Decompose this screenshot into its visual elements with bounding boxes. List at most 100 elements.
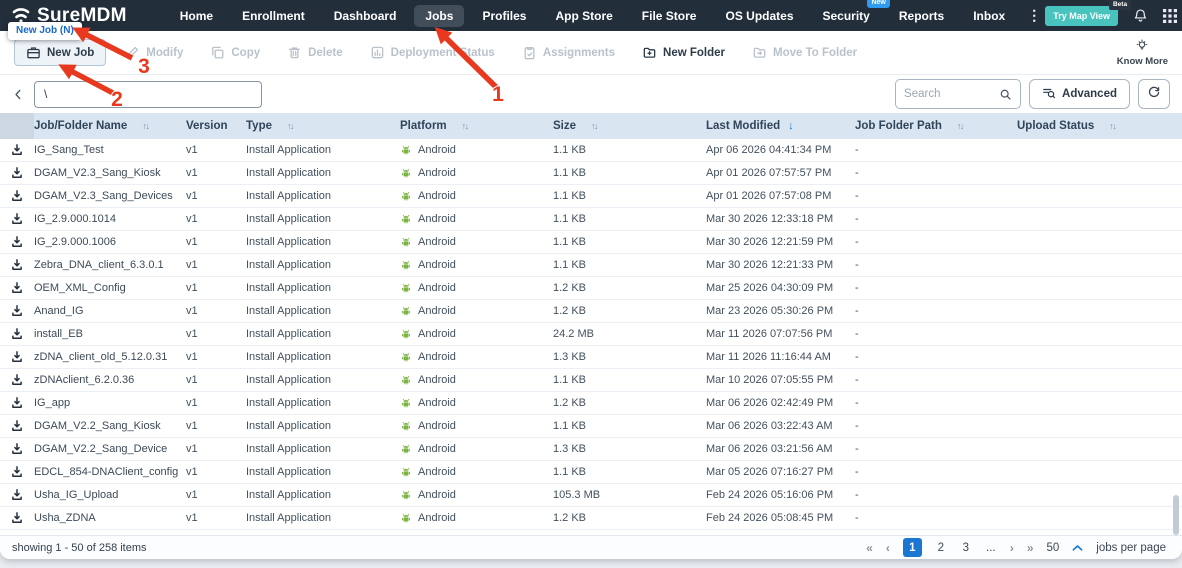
toolbar-button-label: New Folder (663, 47, 725, 59)
page-button-1[interactable]: 1 (903, 538, 922, 557)
job-name-cell: Zebra_DNA_client_6.3.0.1 (34, 259, 186, 271)
know-more-label: Know More (1117, 56, 1168, 67)
android-icon (400, 305, 412, 317)
last-modified-cell: Apr 06 2026 04:41:34 PM (706, 144, 855, 156)
refresh-button[interactable] (1138, 79, 1170, 109)
nav-item-home[interactable]: Home (169, 5, 224, 27)
sort-icon[interactable]: ↑↓ (287, 121, 293, 131)
nav-item-inbox[interactable]: Inbox (962, 5, 1016, 27)
table-row[interactable]: IG_2.9.000.1014v1Install ApplicationAndr… (0, 208, 1182, 231)
table-row[interactable]: IG_2.9.000.1006v1Install ApplicationAndr… (0, 231, 1182, 254)
last-modified-cell: Feb 24 2026 05:08:45 PM (706, 512, 855, 524)
table-row[interactable]: Usha_ZDNAv1Install ApplicationAndroid1.2… (0, 507, 1182, 530)
table-row[interactable]: zDNAclient_6.2.0.36v1Install Application… (0, 369, 1182, 392)
column-header-job-folder-name[interactable]: Job/Folder Name↑↓ (34, 113, 186, 139)
column-header-size[interactable]: Size↑↓ (553, 113, 706, 139)
table-row[interactable]: Anand_IGv1Install ApplicationAndroid1.2 … (0, 300, 1182, 323)
download-icon[interactable] (0, 327, 34, 341)
column-header-job-folder-path[interactable]: Job Folder Path↑↓ (855, 113, 1017, 139)
bell-icon[interactable] (1133, 8, 1148, 23)
table-row[interactable]: OEM_XML_Configv1Install ApplicationAndro… (0, 277, 1182, 300)
page-button-2[interactable]: 2 (935, 542, 947, 554)
column-header-upload-status[interactable]: Upload Status↑↓ (1017, 113, 1182, 139)
sort-icon[interactable]: ↑↓ (1109, 121, 1115, 131)
new-folder-button[interactable]: New Folder (642, 45, 725, 60)
table-row[interactable]: IG_appv1Install ApplicationAndroid1.2 KB… (0, 392, 1182, 415)
advanced-search-button[interactable]: Advanced (1029, 79, 1130, 109)
table-row[interactable]: Usha_IG_Uploadv1Install ApplicationAndro… (0, 484, 1182, 507)
sort-icon[interactable]: ↑↓ (591, 121, 597, 131)
download-icon[interactable] (0, 488, 34, 502)
last-page-button[interactable]: » (1027, 541, 1034, 555)
download-icon[interactable] (0, 442, 34, 456)
table-row[interactable]: Install_DNA_Clientv1Install ApplicationA… (0, 530, 1182, 535)
nav-item-security[interactable]: SecurityNew (812, 5, 881, 27)
kebab-menu-icon[interactable]: ⋮ (1023, 7, 1045, 24)
column-header-type[interactable]: Type↑↓ (246, 113, 400, 139)
breadcrumb-row: Advanced (0, 75, 1182, 113)
table-row[interactable]: DGAM_V2.3_Sang_Devicesv1Install Applicat… (0, 185, 1182, 208)
download-icon[interactable] (0, 281, 34, 295)
download-icon[interactable] (0, 419, 34, 433)
table-row[interactable]: install_EBv1Install ApplicationAndroid24… (0, 323, 1182, 346)
download-icon[interactable] (0, 189, 34, 203)
download-icon[interactable] (0, 304, 34, 318)
table-row[interactable]: DGAM_V2.3_Sang_Kioskv1Install Applicatio… (0, 162, 1182, 185)
nav-item-os-updates[interactable]: OS Updates (714, 5, 804, 27)
download-icon[interactable] (0, 212, 34, 226)
vertical-scrollbar[interactable] (1173, 495, 1179, 535)
download-icon[interactable] (0, 143, 34, 157)
search-icon[interactable] (999, 88, 1012, 101)
search-input[interactable] (904, 88, 999, 100)
page-button-3[interactable]: 3 (960, 542, 972, 554)
sort-icon[interactable]: ↑↓ (957, 121, 963, 131)
folder-path-input[interactable] (34, 81, 262, 108)
nav-item-jobs[interactable]: Jobs (414, 5, 464, 27)
download-icon[interactable] (0, 258, 34, 272)
nav-item-reports[interactable]: Reports (888, 5, 955, 27)
last-modified-cell: Mar 06 2026 03:21:56 AM (706, 443, 855, 455)
android-icon (400, 351, 412, 363)
type-cell: Install Application (246, 420, 400, 432)
nav-item-dashboard[interactable]: Dashboard (323, 5, 408, 27)
download-icon[interactable] (0, 166, 34, 180)
nav-item-app-store[interactable]: App Store (544, 5, 623, 27)
new-job-button[interactable]: New Job (14, 39, 106, 66)
column-header-last-modified[interactable]: Last Modified↓ (706, 113, 855, 139)
nav-item-profiles[interactable]: Profiles (471, 5, 537, 27)
table-row[interactable]: DGAM_V2.2_Sang_Kioskv1Install Applicatio… (0, 415, 1182, 438)
platform-label: Android (418, 351, 456, 363)
know-more-button[interactable]: Know More (1117, 39, 1168, 67)
last-modified-cell: Apr 01 2026 07:57:08 PM (706, 190, 855, 202)
download-icon[interactable] (0, 396, 34, 410)
sort-desc-icon[interactable]: ↓ (788, 120, 794, 132)
try-map-view-button[interactable]: Try Map View Beta (1045, 6, 1118, 26)
page-size-value[interactable]: 50 (1047, 542, 1060, 554)
next-page-button[interactable]: › (1010, 541, 1014, 555)
download-icon[interactable] (0, 534, 34, 535)
download-icon[interactable] (0, 350, 34, 364)
apps-grid-icon[interactable] (1163, 9, 1177, 23)
main-panel: New JobModifyCopyDeleteDeployment Status… (0, 31, 1182, 559)
platform-cell: Android (400, 374, 553, 386)
download-icon[interactable] (0, 465, 34, 479)
table-row[interactable]: Zebra_DNA_client_6.3.0.1v1Install Applic… (0, 254, 1182, 277)
table-row[interactable]: EDCL_854-DNAClient_configv1Install Appli… (0, 461, 1182, 484)
table-row[interactable]: IG_Sang_Testv1Install ApplicationAndroid… (0, 139, 1182, 162)
toolbar-button-label: Copy (231, 47, 260, 59)
nav-item-file-store[interactable]: File Store (631, 5, 708, 27)
back-chevron-icon[interactable] (12, 87, 25, 102)
sort-icon[interactable]: ↑↓ (462, 121, 468, 131)
download-icon[interactable] (0, 373, 34, 387)
column-header-version[interactable]: Version (186, 113, 246, 139)
download-icon[interactable] (0, 235, 34, 249)
column-header-platform[interactable]: Platform↑↓ (400, 113, 553, 139)
table-row[interactable]: DGAM_V2.2_Sang_Devicev1Install Applicati… (0, 438, 1182, 461)
nav-item-enrollment[interactable]: Enrollment (231, 5, 316, 27)
first-page-button[interactable]: « (866, 541, 873, 555)
table-row[interactable]: zDNA_client_old_5.12.0.31v1Install Appli… (0, 346, 1182, 369)
sort-icon[interactable]: ↑↓ (142, 121, 148, 131)
download-icon[interactable] (0, 511, 34, 525)
chevron-up-icon[interactable] (1072, 544, 1083, 552)
previous-page-button[interactable]: ‹ (886, 541, 890, 555)
